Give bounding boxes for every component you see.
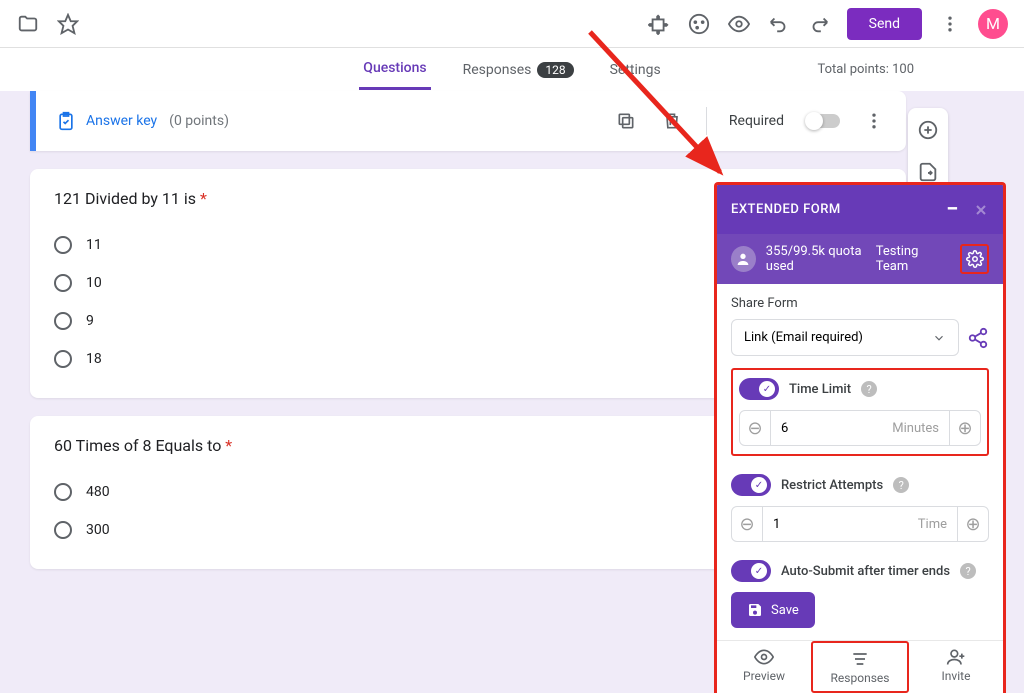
copy-icon[interactable]: [614, 109, 638, 133]
avatar[interactable]: M: [978, 9, 1008, 39]
decrement-button[interactable]: ⊖: [739, 410, 771, 446]
attempts-value-input[interactable]: 1Time: [763, 506, 957, 542]
footer-preview[interactable]: Preview: [717, 641, 811, 693]
star-icon[interactable]: [56, 12, 80, 36]
question-toolbar-card: Answer key (0 points) Required: [30, 91, 906, 151]
list-icon: [850, 649, 870, 669]
extended-form-panel: EXTENDED FORM − 355/99.5k quota used Tes…: [714, 182, 1006, 693]
answer-key-button[interactable]: Answer key: [56, 111, 157, 131]
more-icon[interactable]: [938, 12, 962, 36]
auto-submit-label: Auto-Submit after timer ends: [781, 564, 950, 579]
palette-icon[interactable]: [687, 12, 711, 36]
help-icon[interactable]: ?: [861, 381, 877, 397]
send-button[interactable]: Send: [847, 8, 922, 40]
panel-footer: Preview Responses Invite: [717, 640, 1003, 693]
decrement-button[interactable]: ⊖: [731, 506, 763, 542]
restrict-attempts-toggle[interactable]: [731, 474, 771, 496]
radio-icon[interactable]: [54, 521, 72, 539]
undo-icon[interactable]: [767, 12, 791, 36]
increment-button[interactable]: ⊕: [949, 410, 981, 446]
responses-count-badge: 128: [537, 62, 573, 78]
tab-responses-label: Responses: [463, 62, 532, 78]
help-icon[interactable]: ?: [893, 477, 909, 493]
points-label: (0 points): [169, 113, 229, 129]
minimize-icon[interactable]: −: [946, 197, 959, 222]
save-button[interactable]: Save: [731, 592, 815, 628]
required-toggle[interactable]: [806, 114, 840, 128]
top-toolbar: Send M: [0, 0, 1024, 48]
tab-bar: Questions Responses 128 Settings Total p…: [0, 48, 1024, 91]
auto-submit-toggle[interactable]: [731, 560, 771, 582]
quota-label: 355/99.5k quota used: [766, 244, 866, 274]
time-limit-section: Time Limit ? ⊖ 6Minutes ⊕: [731, 368, 989, 456]
radio-icon[interactable]: [54, 236, 72, 254]
restrict-attempts-section: Restrict Attempts ? ⊖ 1Time ⊕: [731, 466, 989, 550]
radio-icon[interactable]: [54, 274, 72, 292]
total-points-label: Total points: 100: [817, 62, 914, 77]
add-question-icon[interactable]: [914, 116, 942, 144]
preview-icon[interactable]: [727, 12, 751, 36]
time-limit-label: Time Limit: [789, 382, 851, 397]
restrict-attempts-label: Restrict Attempts: [781, 478, 883, 493]
radio-icon[interactable]: [54, 483, 72, 501]
radio-icon[interactable]: [54, 350, 72, 368]
eye-icon: [754, 647, 774, 667]
share-icon[interactable]: [967, 327, 989, 349]
footer-invite[interactable]: Invite: [909, 641, 1003, 693]
required-star-icon: *: [200, 189, 207, 208]
panel-header: EXTENDED FORM −: [717, 185, 1003, 234]
close-icon[interactable]: [973, 202, 989, 218]
save-icon: [747, 602, 763, 618]
folder-icon[interactable]: [16, 12, 40, 36]
answer-key-label: Answer key: [86, 113, 157, 129]
delete-icon[interactable]: [660, 109, 684, 133]
required-label: Required: [729, 113, 784, 129]
tab-settings[interactable]: Settings: [606, 51, 665, 89]
help-icon[interactable]: ?: [960, 563, 976, 579]
team-label: Testing Team: [876, 244, 950, 274]
user-avatar-icon: [731, 246, 756, 272]
panel-title: EXTENDED FORM: [731, 202, 841, 217]
tab-responses[interactable]: Responses 128: [459, 51, 578, 89]
share-form-label: Share Form: [731, 296, 989, 311]
divider: [706, 107, 707, 135]
tab-questions[interactable]: Questions: [359, 49, 430, 90]
settings-gear-button[interactable]: [960, 244, 989, 274]
invite-icon: [946, 647, 966, 667]
addon-icon[interactable]: [647, 12, 671, 36]
question-more-icon[interactable]: [862, 109, 886, 133]
share-select[interactable]: Link (Email required): [731, 319, 959, 356]
chevron-down-icon: [932, 331, 946, 345]
time-limit-toggle[interactable]: [739, 378, 779, 400]
time-value-input[interactable]: 6Minutes: [771, 410, 949, 446]
panel-subheader: 355/99.5k quota used Testing Team: [717, 234, 1003, 284]
footer-responses[interactable]: Responses: [811, 641, 909, 693]
required-star-icon: *: [225, 436, 232, 455]
increment-button[interactable]: ⊕: [957, 506, 989, 542]
radio-icon[interactable]: [54, 312, 72, 330]
redo-icon[interactable]: [807, 12, 831, 36]
